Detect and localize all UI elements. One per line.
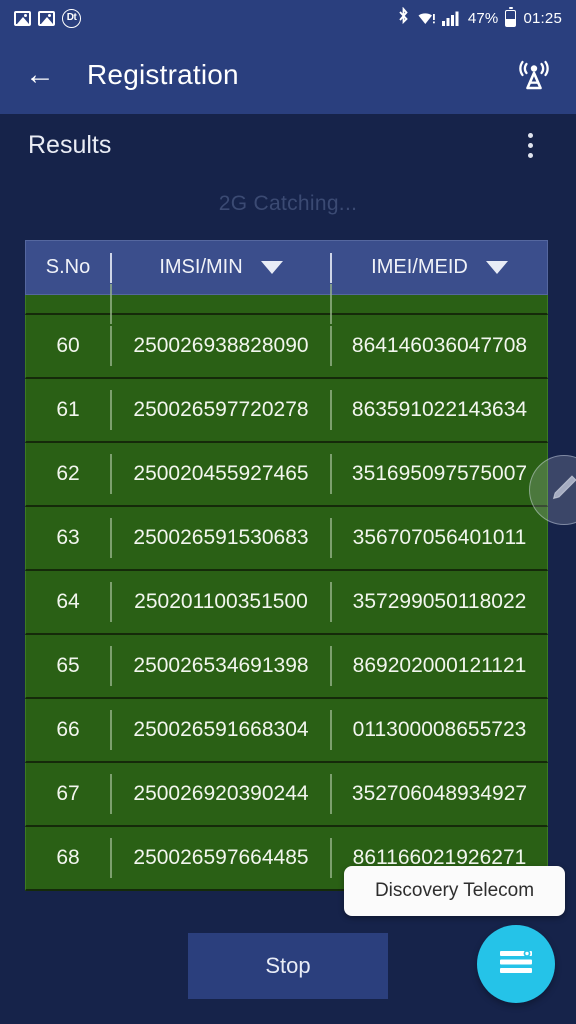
- cell-imsi: [112, 295, 330, 313]
- results-title: Results: [28, 130, 112, 159]
- cell-sno: 62: [56, 462, 80, 485]
- status-bar-right-icons: 47% 01:25: [397, 6, 562, 29]
- app-root: Dt 47% 01:25 ← Registration Results 2G C…: [0, 0, 576, 1024]
- list-fab-button[interactable]: [477, 925, 555, 1003]
- cell-divider: [110, 518, 112, 558]
- cell-sno: 60: [56, 334, 80, 357]
- cell-divider: [330, 646, 332, 686]
- kebab-dot: [527, 152, 533, 158]
- cell-sno: 65: [56, 654, 80, 677]
- battery-percent-label: 47%: [467, 9, 499, 27]
- cell-sno: 66: [56, 718, 80, 741]
- battery-icon: [505, 6, 517, 27]
- cell-imsi: 250026920390244: [133, 782, 309, 805]
- cell-divider: [110, 582, 112, 622]
- back-arrow-icon[interactable]: ←: [20, 55, 60, 95]
- page-title: Registration: [87, 59, 239, 90]
- cell-imsi: 250026591530683: [133, 526, 309, 549]
- cell-imei: 357299050118022: [352, 590, 527, 613]
- list-menu-icon: [496, 945, 536, 984]
- cell-sno: 63: [56, 526, 80, 549]
- cell-imsi: 250026591668304: [133, 718, 309, 741]
- cell-sno: 68: [56, 846, 80, 869]
- cell-divider: [330, 710, 332, 750]
- cell-imsi: 250201100351500: [134, 590, 308, 613]
- table-row[interactable]: 62 250020455927465 351695097575007: [25, 443, 548, 507]
- bluetooth-icon: [397, 6, 410, 29]
- cell-divider: [110, 710, 112, 750]
- cell-divider: [110, 838, 112, 878]
- cell-imsi: 250020455927465: [133, 462, 309, 485]
- cell-sno: 64: [56, 590, 80, 613]
- toast-message: Discovery Telecom: [374, 880, 535, 901]
- app-bar: ← Registration: [0, 36, 576, 114]
- toast-notification: Discovery Telecom: [344, 866, 565, 916]
- cell-imei: [332, 295, 547, 313]
- cell-imei: 351695097575007: [351, 462, 528, 485]
- cell-divider: [330, 582, 332, 622]
- status-bar-left-icons: Dt: [14, 8, 81, 28]
- column-header-label: IMSI/MIN: [159, 256, 243, 278]
- cell-imei: 352706048934927: [351, 782, 528, 805]
- table-row[interactable]: 61 250026597720278 863591022143634: [25, 379, 548, 443]
- cell-tower-icon[interactable]: [512, 53, 556, 97]
- table-header-row: S.No IMSI/MIN IMEI/MEID: [25, 240, 548, 295]
- cell-divider: [110, 646, 112, 686]
- cell-sno: 61: [56, 398, 80, 421]
- column-header-label: S.No: [45, 256, 91, 278]
- cell-imsi: 250026597664485: [133, 846, 309, 869]
- catching-status-text: 2G Catching...: [218, 192, 358, 215]
- cell-divider: [330, 774, 332, 814]
- cell-imei: 863591022143634: [351, 398, 528, 421]
- column-header-imsi[interactable]: IMSI/MIN: [112, 241, 330, 294]
- results-table: S.No IMSI/MIN IMEI/MEID 60 25002693882809…: [25, 240, 548, 900]
- dt-badge-icon: Dt: [62, 8, 81, 28]
- image-icon: [14, 10, 31, 26]
- column-header-label: IMEI/MEID: [371, 256, 468, 278]
- table-row[interactable]: 65 250026534691398 869202000121121: [25, 635, 548, 699]
- cell-divider: [110, 284, 112, 324]
- cell-divider: [330, 518, 332, 558]
- cell-divider: [330, 284, 332, 324]
- table-body: 60 250026938828090 864146036047708 61 250026…: [25, 284, 548, 891]
- cell-divider: [110, 390, 112, 430]
- cell-sno: 67: [56, 782, 80, 805]
- stop-button[interactable]: Stop: [188, 933, 388, 999]
- cell-imei: 356707056401011: [352, 526, 527, 549]
- kebab-dot: [527, 132, 533, 138]
- table-row[interactable]: 63 250026591530683 356707056401011: [25, 507, 548, 571]
- cell-divider: [110, 326, 112, 366]
- chevron-down-icon[interactable]: [260, 261, 283, 274]
- cell-divider: [330, 326, 332, 366]
- cell-imei: 864146036047708: [351, 334, 528, 357]
- image-icon: [38, 10, 55, 26]
- clock-label: 01:25: [523, 9, 562, 27]
- cell-divider: [110, 454, 112, 494]
- column-header-imei[interactable]: IMEI/MEID: [332, 241, 547, 294]
- cell-divider: [330, 454, 332, 494]
- cell-imsi: 250026534691398: [133, 654, 309, 677]
- table-row[interactable]: 60 250026938828090 864146036047708: [25, 315, 548, 379]
- chevron-down-icon[interactable]: [485, 261, 508, 274]
- results-bar: Results: [0, 114, 576, 176]
- column-header-sno[interactable]: S.No: [26, 241, 110, 294]
- cell-imsi: 250026938828090: [133, 334, 309, 357]
- cell-divider: [330, 390, 332, 430]
- wifi-icon: [417, 11, 435, 25]
- signal-icon: [441, 11, 461, 26]
- status-bar: Dt 47% 01:25: [0, 0, 576, 36]
- cell-imei: 011300008655723: [352, 718, 527, 741]
- cell-imei: 869202000121121: [352, 654, 527, 677]
- table-row-clipped: [25, 284, 548, 324]
- table-row[interactable]: 64 250201100351500 357299050118022: [25, 571, 548, 635]
- cell-imsi: 250026597720278: [133, 398, 309, 421]
- table-row[interactable]: 67 250026920390244 352706048934927: [25, 763, 548, 827]
- cell-sno: [26, 295, 110, 313]
- cell-divider: [330, 838, 332, 878]
- kebab-menu-icon[interactable]: [512, 125, 548, 165]
- kebab-dot: [527, 142, 533, 148]
- table-row[interactable]: 66 250026591668304 011300008655723: [25, 699, 548, 763]
- pencil-icon: [547, 471, 576, 510]
- cell-divider: [110, 774, 112, 814]
